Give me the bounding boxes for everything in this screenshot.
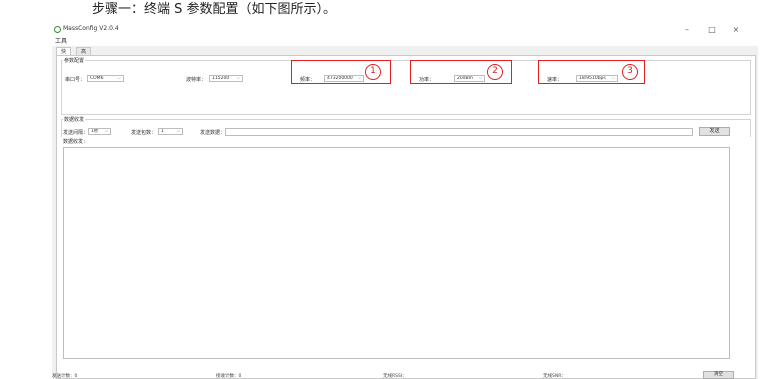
- status-bar: 发送计数：0 接收计数：0 无线RSSI： 无线SNR： 清空: [0, 371, 767, 379]
- params-group-title: 参数配置: [63, 57, 86, 64]
- snr-readout: 无线SNR：: [543, 374, 566, 379]
- clear-button[interactable]: 清空: [703, 371, 734, 379]
- annotation-circle-2: 2: [487, 64, 503, 80]
- maximize-button[interactable]: □: [700, 24, 724, 36]
- menu-tools[interactable]: 工具: [55, 36, 67, 45]
- chevron-down-icon: ⌵: [176, 129, 180, 134]
- window-title: MassConfig V2.0.4: [63, 25, 119, 32]
- send-data-input[interactable]: [225, 128, 693, 136]
- send-button[interactable]: 发送: [699, 127, 730, 136]
- interval-label: 发送间隔：: [63, 130, 89, 136]
- port-value: COM6: [90, 76, 104, 81]
- sent-count: 发送计数：0: [52, 374, 78, 379]
- count-value: 1: [161, 129, 164, 134]
- send-data-label: 发送数据：: [200, 130, 226, 136]
- rssi-readout: 无线RSSI：: [383, 374, 407, 379]
- chevron-down-icon: ⌵: [117, 76, 121, 81]
- minimize-button[interactable]: –: [675, 24, 699, 36]
- recv-count: 接收计数：0: [216, 374, 242, 379]
- close-button[interactable]: ×: [724, 24, 748, 36]
- app-window: MassConfig V2.0.4 – □ × 工具 快速 高级 参数配置 串口…: [52, 24, 758, 379]
- params-group: 参数配置 串口号： COM6 ⌵ 波特率： 115200 ⌵ 频率： 4732000…: [61, 57, 751, 115]
- app-logo-icon: [54, 26, 61, 33]
- baud-label: 波特率：: [186, 77, 207, 83]
- recv-textarea[interactable]: [63, 147, 730, 359]
- main-panel: 参数配置 串口号： COM6 ⌵ 波特率： 115200 ⌵ 频率： 4732000…: [56, 55, 756, 379]
- annotation-circle-3: 3: [622, 64, 638, 80]
- chevron-down-icon: ⌵: [236, 76, 240, 81]
- chevron-down-icon: ⌵: [104, 129, 108, 134]
- baud-value: 115200: [212, 76, 230, 81]
- annotation-circle-1: 1: [365, 64, 381, 80]
- count-select[interactable]: 1 ⌵: [158, 128, 183, 135]
- port-select[interactable]: COM6 ⌵: [87, 75, 124, 82]
- doc-heading: 步骤一：终端 S 参数配置（如下图所示）。: [92, 2, 337, 17]
- interval-select[interactable]: 1秒 ⌵: [88, 128, 111, 135]
- recv-label: 数据收发：: [63, 139, 89, 145]
- port-label: 串口号：: [65, 77, 86, 83]
- data-io-group-title: 数据收发: [63, 116, 86, 123]
- count-label: 发送包数：: [131, 130, 157, 136]
- baud-select[interactable]: 115200 ⌵: [209, 75, 243, 82]
- interval-value: 1秒: [91, 129, 99, 134]
- menu-bar: 工具: [52, 36, 758, 46]
